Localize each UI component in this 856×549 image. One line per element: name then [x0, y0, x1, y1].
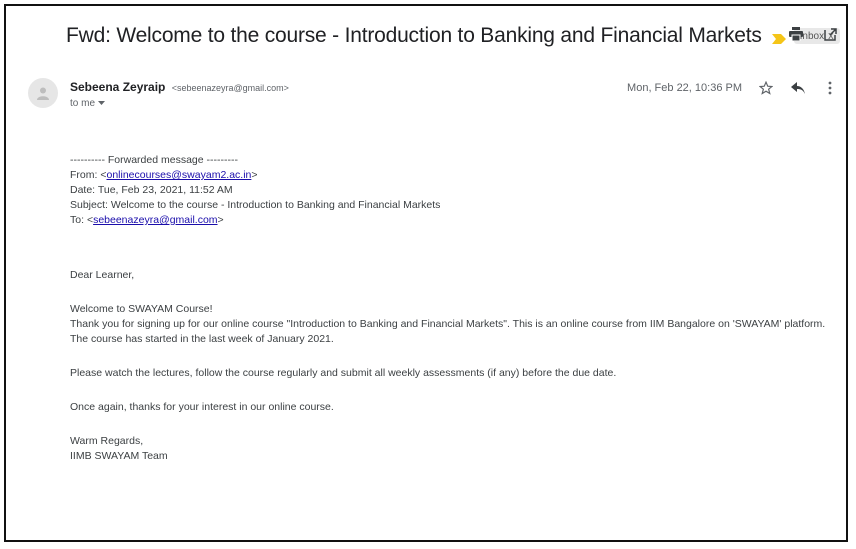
email-subject: Fwd: Welcome to the course - Introductio…: [66, 24, 762, 47]
greeting: Dear Learner,: [70, 269, 135, 281]
top-actions: [788, 26, 838, 42]
course-paragraph: Thank you for signing up for our online …: [70, 318, 826, 345]
forwarded-header: ---------- Forwarded message ---------: [70, 154, 238, 166]
sender-line: Sebeena Zeyraip <sebeenazeyra@gmail.com>: [70, 80, 289, 94]
from-label: From:: [70, 169, 101, 181]
important-marker-icon[interactable]: [771, 31, 786, 44]
to-me-text: to me: [70, 98, 96, 109]
more-vert-icon[interactable]: [822, 80, 838, 96]
to-close-bracket: >: [217, 214, 224, 226]
recipient-details-toggle[interactable]: to me: [70, 98, 106, 109]
star-icon[interactable]: [758, 80, 774, 96]
forwarded-subject: Subject: Welcome to the course - Introdu…: [70, 199, 441, 211]
forwarded-from: From: <onlinecourses@swayam2.ac.in>: [70, 168, 842, 183]
chevron-down-icon: [98, 98, 106, 109]
sender-avatar: [28, 78, 58, 108]
reply-icon[interactable]: [790, 80, 806, 96]
team-signature: IIMB SWAYAM Team: [70, 450, 168, 462]
to-label: To:: [70, 214, 87, 226]
message-meta: Mon, Feb 22, 10:36 PM: [627, 80, 838, 96]
to-email-link[interactable]: sebeenazeyra@gmail.com: [93, 214, 217, 226]
email-body: ---------- Forwarded message --------- F…: [70, 153, 842, 464]
from-email-link[interactable]: onlinecourses@swayam2.ac.in: [106, 169, 251, 181]
email-view: Fwd: Welcome to the course - Introductio…: [4, 4, 848, 542]
from-close-bracket: >: [251, 169, 258, 181]
sender-email: <sebeenazeyra@gmail.com>: [171, 83, 289, 93]
welcome-line: Welcome to SWAYAM Course!: [70, 303, 213, 315]
person-icon: [37, 87, 49, 100]
signoff: Warm Regards,: [70, 435, 144, 447]
print-icon[interactable]: [788, 26, 804, 42]
forwarded-to: To: <sebeenazeyra@gmail.com>: [70, 213, 842, 228]
email-date: Mon, Feb 22, 10:36 PM: [627, 82, 742, 94]
open-in-new-window-icon[interactable]: [822, 26, 838, 42]
instructions-paragraph: Please watch the lectures, follow the co…: [70, 367, 617, 379]
sender-name[interactable]: Sebeena Zeyraip: [70, 80, 165, 94]
thanks-paragraph: Once again, thanks for your interest in …: [70, 401, 334, 413]
forwarded-date: Date: Tue, Feb 23, 2021, 11:52 AM: [70, 184, 233, 196]
subject-row: Fwd: Welcome to the course - Introductio…: [66, 20, 840, 52]
